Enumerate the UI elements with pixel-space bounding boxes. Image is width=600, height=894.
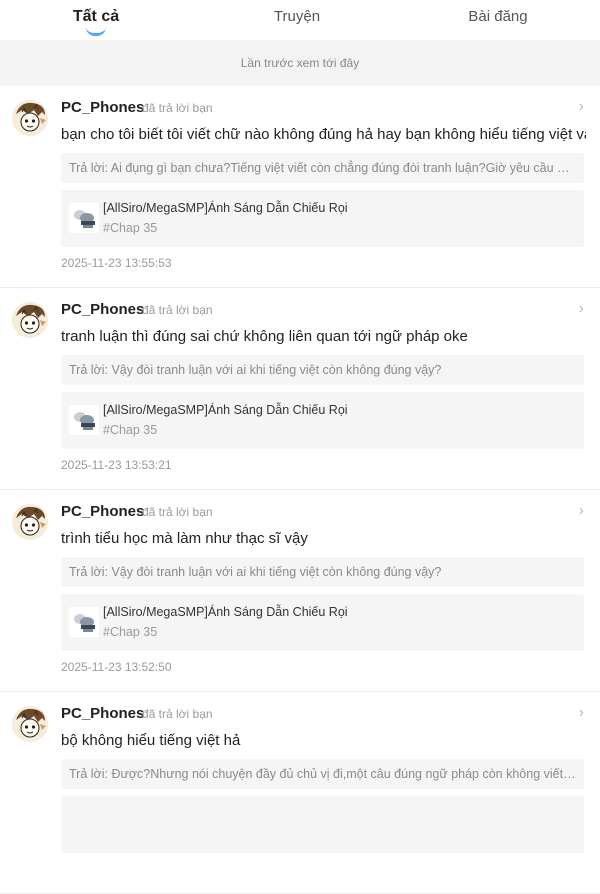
chevron-right-icon[interactable]: › — [579, 502, 584, 520]
story-thumbnail — [69, 405, 99, 435]
timestamp: 2025-11-23 13:53:21 — [61, 458, 172, 472]
story-title: [AllSiro/MegaSMP]Ánh Sáng Dẫn Chiếu Rọi — [103, 605, 348, 619]
tab-stories[interactable]: Truyện — [274, 8, 320, 25]
tab-posts[interactable]: Bài đăng — [468, 8, 527, 25]
active-tab-indicator — [86, 27, 106, 36]
quoted-reply[interactable]: Trả lời: Vậy đòi tranh luận với ai khi t… — [61, 355, 584, 385]
story-thumbnail — [69, 203, 99, 233]
reply-message: bộ không hiểu tiếng việt hả — [61, 732, 241, 749]
timestamp: 2025-11-23 13:55:53 — [61, 256, 172, 270]
story-thumbnail — [69, 607, 99, 637]
story-reference-card[interactable]: [AllSiro/MegaSMP]Ánh Sáng Dẫn Chiếu Rọi … — [61, 594, 584, 651]
story-title: [AllSiro/MegaSMP]Ánh Sáng Dẫn Chiếu Rọi — [103, 201, 348, 215]
last-seen-label: Lần trước xem tới đây — [240, 56, 360, 70]
avatar[interactable] — [12, 706, 48, 742]
avatar[interactable] — [12, 504, 48, 540]
notification-item[interactable]: PC_Phones đã trả lời bạn › bộ không hiểu… — [0, 692, 600, 894]
story-title: [AllSiro/MegaSMP]Ánh Sáng Dẫn Chiếu Rọi — [103, 403, 348, 417]
action-text: đã trả lời bạn — [142, 505, 213, 519]
chevron-right-icon[interactable]: › — [579, 300, 584, 318]
username[interactable]: PC_Phones — [61, 301, 144, 318]
chapter-label: #Chap 35 — [103, 221, 158, 235]
tab-stories-label: Truyện — [273, 8, 321, 25]
notification-item[interactable]: PC_Phones đã trả lời bạn › bạn cho tôi b… — [0, 86, 600, 288]
avatar[interactable] — [12, 100, 48, 136]
reply-message: bạn cho tôi biết tôi viết chữ nào không … — [61, 126, 586, 143]
action-text: đã trả lời bạn — [142, 303, 213, 317]
chevron-right-icon[interactable]: › — [579, 704, 584, 722]
quoted-reply[interactable]: Trả lời: Ai đụng gì bạn chưa?Tiếng việt … — [61, 153, 584, 183]
tab-all[interactable]: Tất cả — [72, 8, 120, 36]
last-seen-divider: Lần trước xem tới đây — [0, 40, 600, 86]
story-reference-card[interactable]: [AllSiro/MegaSMP]Ánh Sáng Dẫn Chiếu Rọi … — [61, 190, 584, 247]
quoted-reply[interactable]: Trả lời: Được?Nhưng nói chuyện đầy đủ ch… — [61, 759, 584, 789]
chapter-label: #Chap 35 — [103, 625, 158, 639]
username[interactable]: PC_Phones — [61, 99, 144, 116]
tab-bar: Tất cả Truyện Bài đăng — [0, 0, 600, 40]
notification-item[interactable]: PC_Phones đã trả lời bạn › trình tiểu họ… — [0, 490, 600, 692]
action-text: đã trả lời bạn — [142, 707, 213, 721]
story-reference-card[interactable] — [61, 796, 584, 853]
reply-message: tranh luận thì đúng sai chứ không liên q… — [61, 328, 468, 345]
username[interactable]: PC_Phones — [61, 705, 144, 722]
reply-message: trình tiểu học mà làm như thạc sĩ vậy — [61, 530, 308, 547]
tab-posts-label: Bài đăng — [468, 8, 528, 25]
notification-item[interactable]: PC_Phones đã trả lời bạn › tranh luận th… — [0, 288, 600, 490]
notification-feed: PC_Phones đã trả lời bạn › bạn cho tôi b… — [0, 86, 600, 894]
username[interactable]: PC_Phones — [61, 503, 144, 520]
action-text: đã trả lời bạn — [142, 101, 213, 115]
tab-all-label: Tất cả — [72, 8, 120, 25]
avatar[interactable] — [12, 302, 48, 338]
story-reference-card[interactable]: [AllSiro/MegaSMP]Ánh Sáng Dẫn Chiếu Rọi … — [61, 392, 584, 449]
timestamp: 2025-11-23 13:52:50 — [61, 660, 172, 674]
chapter-label: #Chap 35 — [103, 423, 158, 437]
quoted-reply[interactable]: Trả lời: Vậy đòi tranh luận với ai khi t… — [61, 557, 584, 587]
chevron-right-icon[interactable]: › — [579, 98, 584, 116]
